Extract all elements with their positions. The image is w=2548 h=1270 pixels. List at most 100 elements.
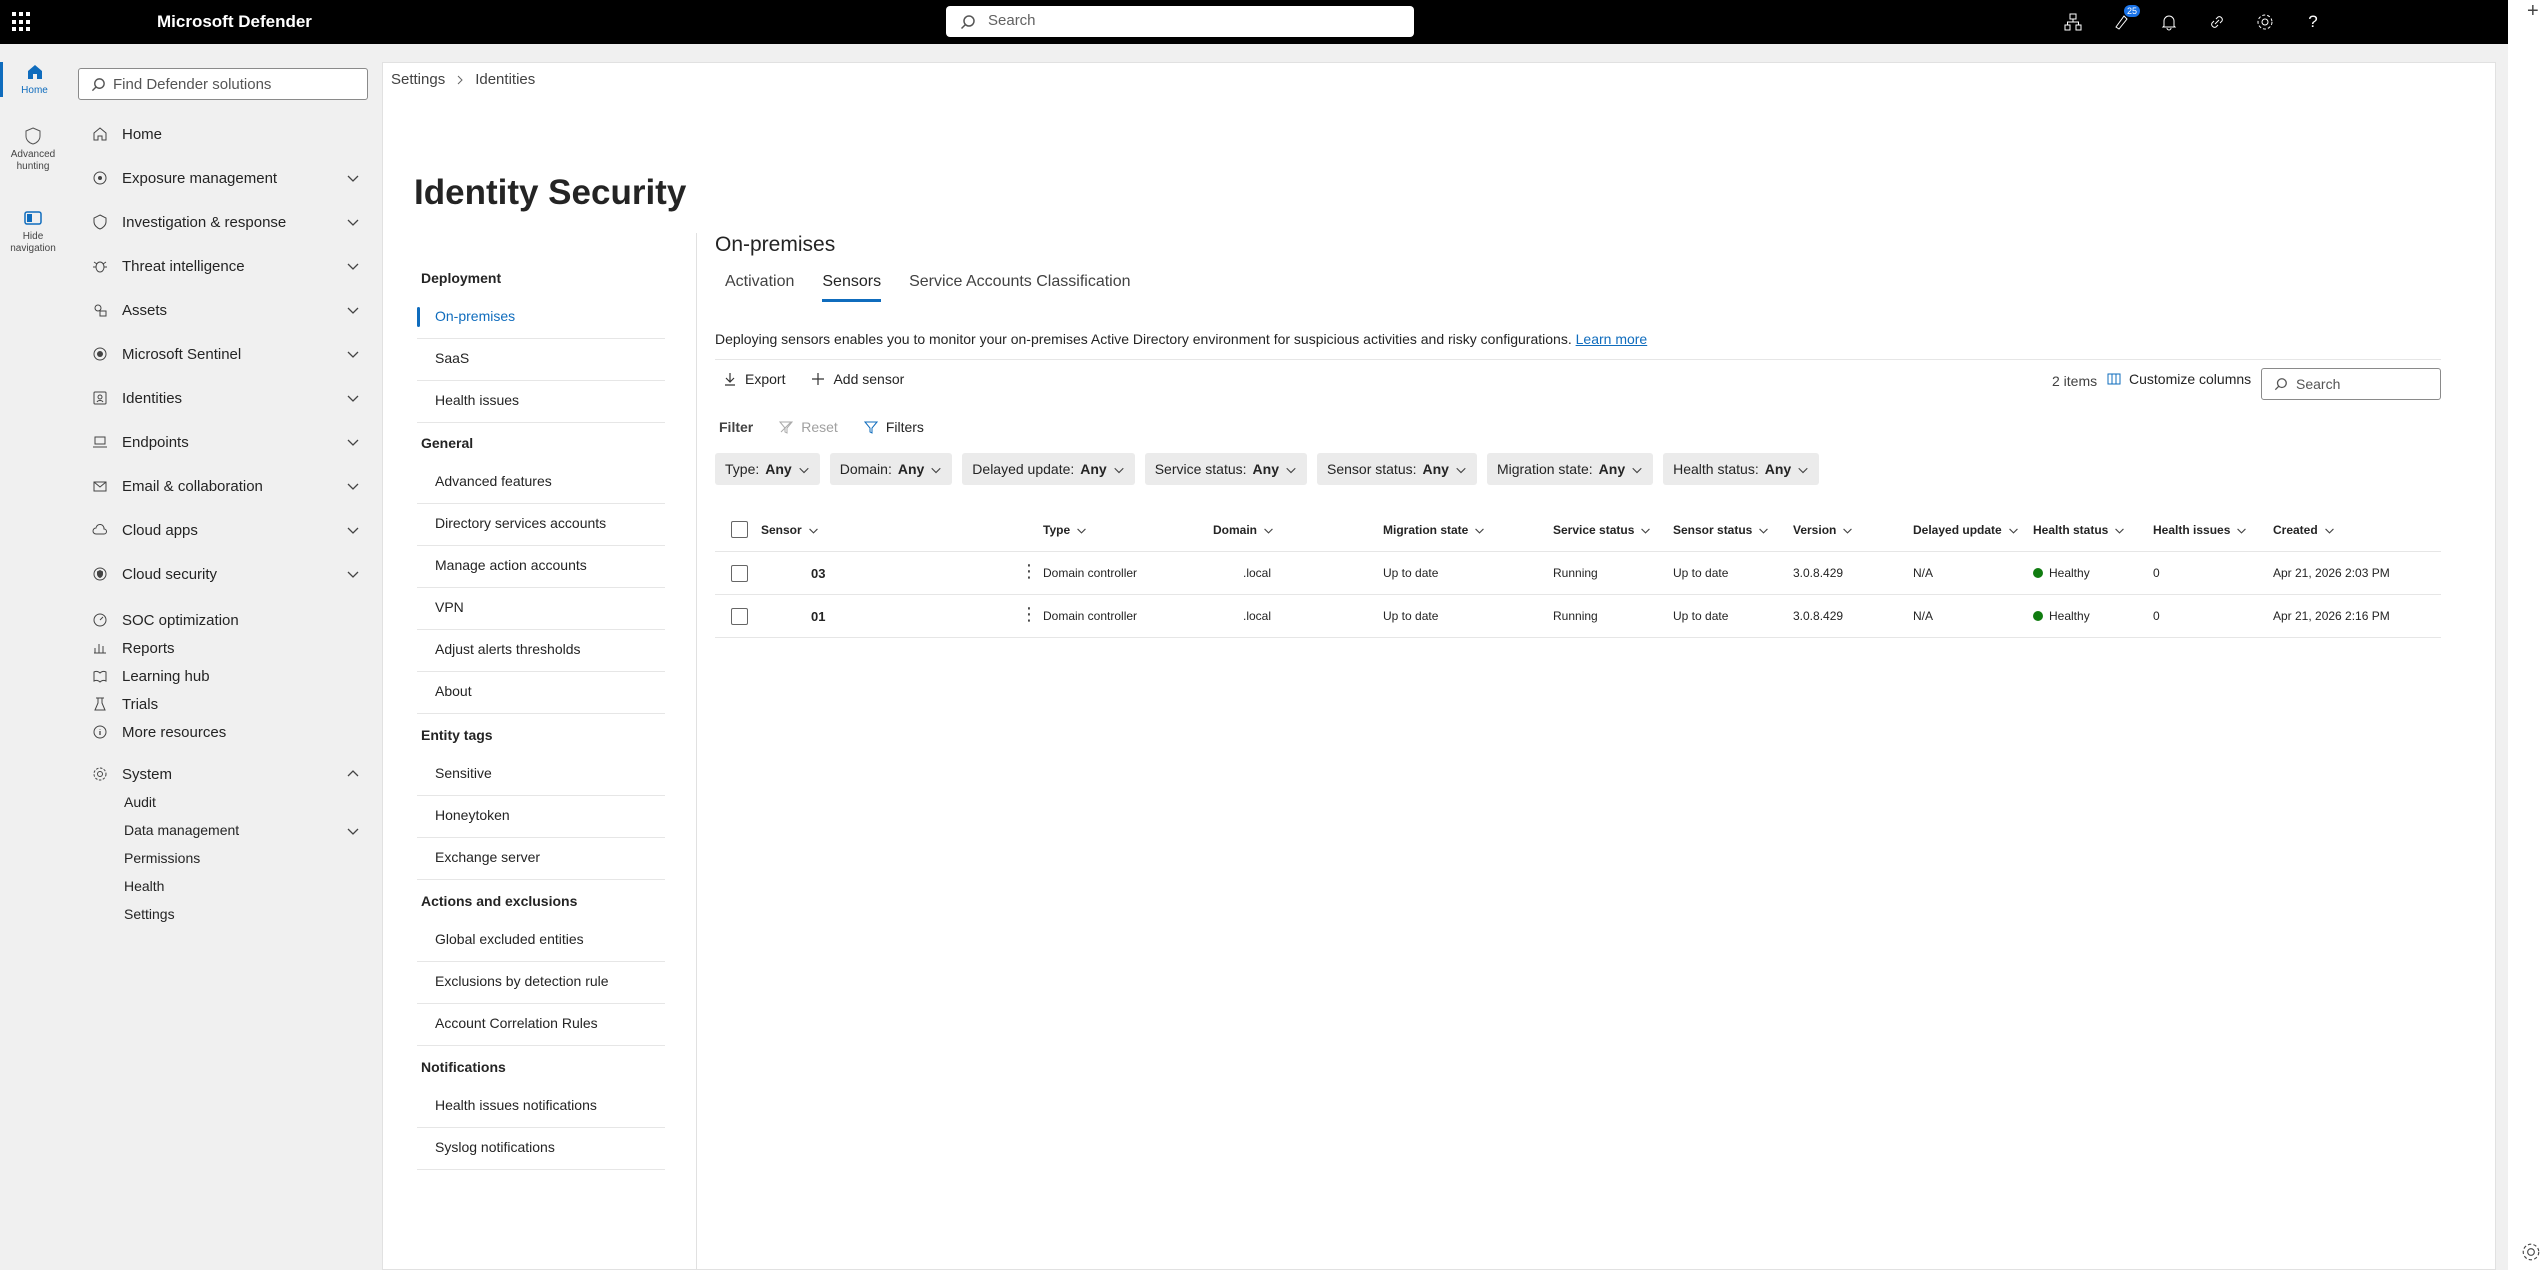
subnav-saas[interactable]: SaaS (417, 339, 665, 381)
select-all-checkbox[interactable] (731, 521, 748, 538)
chevron-down-icon (1641, 528, 1651, 534)
global-search-input[interactable]: Search (946, 6, 1414, 37)
filter-pill-service-status[interactable]: Service status: Any (1144, 453, 1307, 485)
org-chart-icon[interactable] (2060, 10, 2086, 34)
settings-gear-icon[interactable] (2521, 1242, 2541, 1265)
rail-hide-navigation[interactable]: Hide navigation (0, 208, 66, 255)
more-options-icon[interactable]: ⋮ (1020, 605, 1038, 623)
column-header-migration-state[interactable]: Migration state (1383, 523, 1485, 537)
whats-new-icon[interactable]: 25 (2108, 5, 2140, 34)
rail-home[interactable]: Home (0, 62, 66, 97)
column-header-version[interactable]: Version (1793, 523, 1853, 537)
table-search-input[interactable]: Search (2261, 368, 2441, 400)
chevron-down-icon (1114, 467, 1124, 474)
table-row[interactable]: 01 ⋮ Domain controller .local Up to date… (715, 595, 2441, 638)
subnav-about[interactable]: About (417, 672, 665, 714)
subnav-advanced-features[interactable]: Advanced features (417, 462, 665, 504)
nav-microsoft-sentinel[interactable]: Microsoft Sentinel (90, 341, 360, 367)
subnav-manage-action-accounts[interactable]: Manage action accounts (417, 546, 665, 588)
breadcrumb-identities[interactable]: Identities (475, 71, 535, 88)
nav-identities[interactable]: Identities (90, 385, 360, 411)
nav-reports[interactable]: Reports (90, 635, 360, 661)
row-checkbox[interactable] (731, 565, 748, 582)
column-header-delayed-update[interactable]: Delayed update (1913, 523, 2019, 537)
filter-pill-migration-state[interactable]: Migration state: Any (1486, 453, 1654, 485)
subnav-health-issues-notifications[interactable]: Health issues notifications (417, 1086, 665, 1128)
breadcrumb-settings[interactable]: Settings (391, 71, 445, 88)
column-header-health-status[interactable]: Health status (2033, 523, 2125, 537)
tab-sensors[interactable]: Sensors (822, 273, 882, 302)
nav-endpoints[interactable]: Endpoints (90, 429, 360, 455)
column-header-domain[interactable]: Domain (1213, 523, 1274, 537)
subnav-exchange-server[interactable]: Exchange server (417, 838, 665, 880)
nav-soc-optimization[interactable]: SOC optimization (90, 607, 360, 633)
filters-button[interactable]: Filters (863, 419, 924, 435)
nav-cloud-security[interactable]: Cloud security (90, 561, 360, 587)
nav-system[interactable]: System (90, 761, 360, 787)
subnav-account-correlation-rules[interactable]: Account Correlation Rules (417, 1004, 665, 1046)
nav-learning-hub[interactable]: Learning hub (90, 663, 360, 689)
nav-threat-intelligence[interactable]: Threat intelligence (90, 253, 360, 279)
subnav-syslog-notifications[interactable]: Syslog notifications (417, 1128, 665, 1170)
table-row[interactable]: 03 ⋮ Domain controller .local Up to date… (715, 552, 2441, 595)
bell-icon[interactable] (2156, 10, 2182, 34)
column-header-created[interactable]: Created (2273, 523, 2335, 537)
filter-pill-sensor-status[interactable]: Sensor status: Any (1317, 453, 1477, 485)
subnav-global-excluded-entities[interactable]: Global excluded entities (417, 920, 665, 962)
subnav-health-issues[interactable]: Health issues (417, 381, 665, 423)
nav-audit[interactable]: Audit (124, 794, 156, 810)
nav-data-management[interactable]: Data management (124, 822, 239, 838)
customize-columns-button[interactable]: Customize columns (2107, 371, 2251, 387)
column-header-sensor-status[interactable]: Sensor status (1673, 523, 1769, 537)
subnav-on-premises[interactable]: On-premises (417, 297, 665, 339)
nav-health[interactable]: Health (124, 878, 164, 894)
help-icon[interactable]: ? (2300, 10, 2326, 34)
more-options-icon[interactable]: ⋮ (1020, 562, 1038, 580)
row-checkbox[interactable] (731, 608, 748, 625)
nav-trials[interactable]: Trials (90, 691, 360, 717)
column-header-service-status[interactable]: Service status (1553, 523, 1651, 537)
app-launcher-icon[interactable] (12, 12, 32, 32)
find-solutions-input[interactable]: Find Defender solutions (78, 68, 368, 100)
gear-icon[interactable] (2252, 10, 2278, 34)
column-header-health-issues[interactable]: Health issues (2153, 523, 2247, 537)
subnav-directory-services-accounts[interactable]: Directory services accounts (417, 504, 665, 546)
customize-columns-label: Customize columns (2129, 371, 2252, 387)
subnav-notifications-head: Notifications (421, 1059, 506, 1075)
export-button[interactable]: Export (723, 371, 785, 387)
cell-sensor[interactable]: 03 (811, 566, 825, 581)
plus-icon[interactable]: + (2527, 0, 2539, 23)
nav-exposure-management[interactable]: Exposure management (90, 165, 360, 191)
nav-permissions[interactable]: Permissions (124, 850, 200, 866)
add-sensor-button[interactable]: Add sensor (811, 371, 904, 387)
tab-service-accounts-classification[interactable]: Service Accounts Classification (909, 273, 1130, 302)
subnav-exclusions-by-detection-rule[interactable]: Exclusions by detection rule (417, 962, 665, 1004)
filter-pill-domain[interactable]: Domain: Any (829, 453, 953, 485)
subnav-honeytoken[interactable]: Honeytoken (417, 796, 665, 838)
tab-activation[interactable]: Activation (725, 273, 794, 302)
nav-assets[interactable]: Assets (90, 297, 360, 323)
link-icon[interactable] (2204, 10, 2230, 34)
learn-more-link[interactable]: Learn more (1576, 331, 1648, 347)
reset-button[interactable]: Reset (779, 419, 838, 435)
column-header-type[interactable]: Type (1043, 523, 1087, 537)
app-title[interactable]: Microsoft Defender (157, 12, 312, 32)
filter-pill-label: Domain: (839, 461, 892, 477)
subnav-sensitive[interactable]: Sensitive (417, 754, 665, 796)
cell-sensor[interactable]: 01 (811, 609, 825, 624)
filter-pill-delayed-update[interactable]: Delayed update: Any (962, 453, 1135, 485)
chevron-down-icon[interactable] (346, 824, 360, 838)
filter-pill-type[interactable]: Type: Any (715, 453, 820, 485)
nav-email-collaboration[interactable]: Email & collaboration (90, 473, 360, 499)
nav-cloud-apps[interactable]: Cloud apps (90, 517, 360, 543)
nav-more-resources[interactable]: More resources (90, 719, 360, 745)
subnav-adjust-alerts-thresholds[interactable]: Adjust alerts thresholds (417, 630, 665, 672)
filter-pill-health-status[interactable]: Health status: Any (1663, 453, 1820, 485)
subnav-vpn[interactable]: VPN (417, 588, 665, 630)
cloud-shield-icon (90, 564, 110, 584)
nav-investigation-response[interactable]: Investigation & response (90, 209, 360, 235)
column-header-sensor[interactable]: Sensor (761, 523, 819, 537)
nav-settings[interactable]: Settings (124, 906, 175, 922)
nav-home[interactable]: Home (90, 121, 360, 147)
rail-advanced-hunting[interactable]: Advanced hunting (0, 126, 66, 173)
